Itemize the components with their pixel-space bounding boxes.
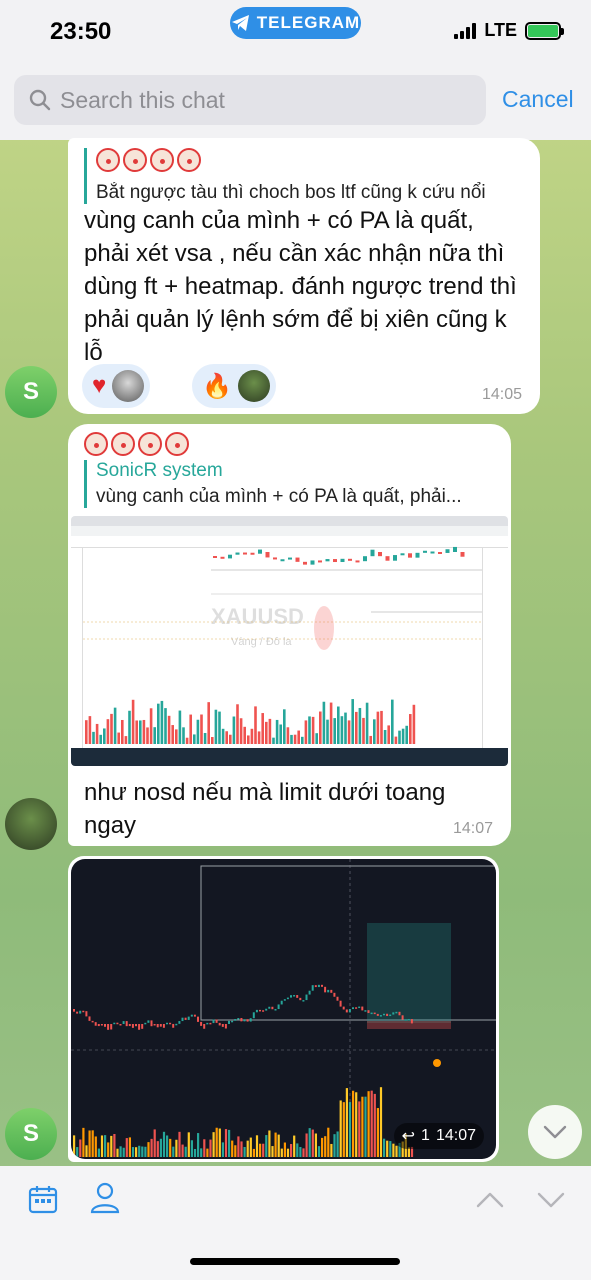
video-message-bubble[interactable]: ↩ 1 14:07 xyxy=(68,856,499,1162)
fire-icon: 🔥 xyxy=(202,372,232,400)
candlestick-chart xyxy=(83,546,482,744)
status-time: 23:50 xyxy=(50,18,112,45)
avatar[interactable]: S xyxy=(5,1108,57,1160)
telegram-icon xyxy=(231,15,249,31)
clown-emojis xyxy=(96,148,524,178)
scroll-down-button[interactable] xyxy=(528,1105,582,1159)
message-bubble[interactable]: SonicR system vùng canh của mình + có PA… xyxy=(68,424,511,846)
message-time: 14:07 xyxy=(435,1127,476,1144)
network-label: LTE xyxy=(484,20,517,40)
chevron-down-icon[interactable] xyxy=(537,1192,565,1208)
clown-emojis xyxy=(84,432,192,462)
search-input[interactable]: Search this chat xyxy=(14,75,486,125)
heart-icon: ♥ xyxy=(92,372,107,399)
battery-icon xyxy=(525,21,564,40)
search-placeholder: Search this chat xyxy=(60,86,225,113)
video-count: 1 xyxy=(421,1127,430,1144)
reply-quote[interactable]: Bắt ngược tàu thì choch bos ltf cũng k c… xyxy=(84,148,524,204)
chart-screenshot-image[interactable]: XAUUSD Vàng / Đô la xyxy=(71,516,508,766)
message-time: 14:05 xyxy=(481,386,522,403)
reactor-avatar xyxy=(237,370,270,402)
signal-icon xyxy=(454,22,477,39)
status-indicators: LTE xyxy=(454,20,564,41)
person-icon[interactable] xyxy=(90,1182,120,1214)
message-text: vùng canh của mình + có PA là quất, phải… xyxy=(84,207,517,366)
avatar[interactable] xyxy=(5,798,57,850)
reaction-fire[interactable]: 🔥 xyxy=(192,364,276,408)
reply-preview-text: Bắt ngược tàu thì choch bos ltf cũng k c… xyxy=(96,182,486,203)
video-thumbnail[interactable]: ↩ 1 14:07 xyxy=(71,859,496,1159)
reaction-heart[interactable]: ♥ xyxy=(82,364,151,408)
top-bar: 23:50 TELEGRAM LTE Search this chat Canc… xyxy=(0,0,591,140)
reply-preview-text: vùng canh của mình + có PA là quất, phải… xyxy=(96,486,462,507)
calendar-icon[interactable] xyxy=(28,1184,58,1214)
avatar[interactable]: S xyxy=(5,366,57,418)
message-bubble[interactable]: Bắt ngược tàu thì choch bos ltf cũng k c… xyxy=(68,138,540,414)
telegram-pill[interactable]: TELEGRAM xyxy=(230,7,361,39)
home-indicator xyxy=(190,1258,400,1265)
reactor-avatar xyxy=(112,370,145,402)
search-icon xyxy=(29,89,51,111)
trading-chart-video xyxy=(71,859,496,1159)
message-text: như nosd nếu mà limit dưới toang ngay xyxy=(84,779,446,839)
reply-arrow-icon: ↩ xyxy=(401,1128,416,1145)
telegram-pill-label: TELEGRAM xyxy=(256,13,361,32)
reply-quote[interactable]: SonicR system vùng canh của mình + có PA… xyxy=(84,460,496,508)
cancel-button[interactable]: Cancel xyxy=(502,86,574,113)
video-time-badge: ↩ 1 14:07 xyxy=(393,1123,484,1149)
reply-sender-name: SonicR system xyxy=(96,460,223,481)
message-time: 14:07 xyxy=(452,820,493,837)
chevron-down-icon xyxy=(543,1125,567,1139)
chevron-up-icon[interactable] xyxy=(476,1192,504,1208)
